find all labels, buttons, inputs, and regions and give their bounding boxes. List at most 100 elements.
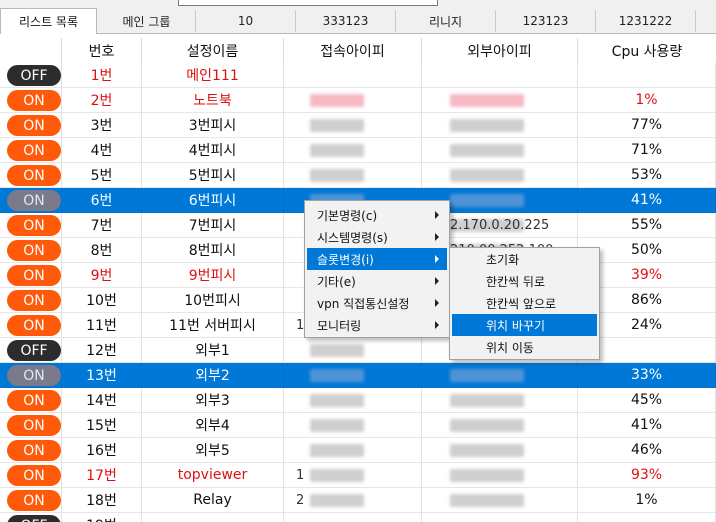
context-menu-item[interactable]: 기본명령(c) bbox=[307, 204, 447, 226]
context-menu: 기본명령(c) 시스템명령(s) 슬롯변경(i) 기타(e) vpn 직접통신설정모니터… bbox=[304, 200, 450, 338]
cpu-usage: 71% bbox=[578, 138, 716, 163]
submenu-arrow-icon bbox=[435, 321, 439, 329]
row-name: 노트북 bbox=[142, 88, 284, 113]
row-name: topviewer bbox=[142, 463, 284, 488]
menu-item-label: 기타(e) bbox=[317, 274, 356, 289]
toggle-cell bbox=[0, 213, 62, 238]
context-menu-item[interactable]: 시스템명령(s) bbox=[307, 226, 447, 248]
header-cell-game[interactable]: 리니지 bbox=[396, 10, 496, 32]
col-header-number[interactable]: 번호 bbox=[62, 38, 142, 63]
col-header-external-ip[interactable]: 외부아이피 bbox=[422, 38, 578, 63]
submenu-item[interactable]: 초기화 bbox=[452, 248, 597, 270]
row-name: 외부4 bbox=[142, 413, 284, 438]
redacted-ip bbox=[310, 94, 364, 107]
row-number: 17번 bbox=[62, 463, 142, 488]
menu-item-label: 시스템명령(s) bbox=[317, 230, 388, 245]
row-name: 10번피시 bbox=[142, 288, 284, 313]
col-header-cpu[interactable]: Cpu 사용량 bbox=[578, 38, 716, 63]
redacted-ip bbox=[310, 169, 364, 182]
cpu-usage: 53% bbox=[578, 163, 716, 188]
redacted-ip bbox=[310, 419, 364, 432]
redacted-ip bbox=[450, 94, 524, 107]
submenu-item[interactable]: 한칸씩 뒤로 bbox=[452, 270, 597, 292]
menu-item-label: 한칸씩 앞으로 bbox=[486, 296, 557, 311]
cpu-usage: 77% bbox=[578, 113, 716, 138]
header-cell-value1[interactable]: 123123 bbox=[496, 10, 596, 32]
external-ip-cell bbox=[422, 163, 578, 188]
table-row[interactable]: OFF 12번 외부1 bbox=[0, 338, 716, 363]
col-header-toggle bbox=[0, 38, 62, 63]
table-row[interactable]: ON 16번 외부5 46% bbox=[0, 438, 716, 463]
table-row[interactable]: ON 18번 Relay 1% bbox=[0, 488, 716, 513]
context-menu-item[interactable]: 슬롯변경(i) bbox=[307, 248, 447, 270]
row-number: 4번 bbox=[62, 138, 142, 163]
external-ip-cell bbox=[422, 488, 578, 513]
redacted-ip bbox=[310, 369, 364, 382]
menu-item-label: 한칸씩 뒤로 bbox=[486, 274, 546, 289]
submenu-item[interactable]: 위치 바꾸기 bbox=[452, 314, 597, 336]
tab-bar: 리스트 목록 메인 그룹 10 333123 리니지 123123 123122… bbox=[0, 8, 716, 34]
row-name: 8번피시 bbox=[142, 238, 284, 263]
redacted-ip bbox=[310, 469, 364, 482]
internal-ip-cell bbox=[284, 163, 422, 188]
row-number: 5번 bbox=[62, 163, 142, 188]
table-row[interactable]: OFF19번 bbox=[0, 513, 716, 522]
tab-list[interactable]: 리스트 목록 bbox=[0, 8, 97, 34]
cpu-usage: 93% bbox=[578, 463, 716, 488]
submenu-item[interactable]: 위치 이동 bbox=[452, 336, 597, 358]
toggle-cell bbox=[0, 113, 62, 138]
table-row[interactable]: OFF 1번 메인111 bbox=[0, 63, 716, 88]
table-row[interactable]: ON 17번 topviewer 93% bbox=[0, 463, 716, 488]
table-row[interactable]: ON 13번 외부2 33% bbox=[0, 363, 716, 388]
row-name: 5번피시 bbox=[142, 163, 284, 188]
context-menu-item[interactable]: 모니터링 bbox=[307, 314, 447, 336]
external-ip-cell bbox=[422, 138, 578, 163]
menu-item-label: 슬롯변경(i) bbox=[317, 252, 374, 267]
top-input-box[interactable] bbox=[178, 0, 438, 6]
row-number: 11번 bbox=[62, 313, 142, 338]
table-row[interactable]: ON 2번 노트북 1% bbox=[0, 88, 716, 113]
context-menu-item[interactable]: vpn 직접통신설정 bbox=[307, 292, 447, 314]
row-number: 18번 bbox=[62, 488, 142, 513]
toggle-cell bbox=[0, 138, 62, 163]
cpu-usage: 1% bbox=[578, 88, 716, 113]
table-row[interactable]: ON 4번 4번피시 71% bbox=[0, 138, 716, 163]
row-number: 19번 bbox=[62, 513, 142, 522]
toggle-cell bbox=[0, 413, 62, 438]
redacted-ip bbox=[450, 419, 524, 432]
header-cell-value2[interactable]: 1231222 bbox=[596, 10, 696, 32]
header-cell-id[interactable]: 333123 bbox=[296, 10, 396, 32]
cpu-usage bbox=[578, 513, 716, 522]
internal-ip-cell bbox=[284, 413, 422, 438]
toggle-cell bbox=[0, 63, 62, 88]
toggle-cell bbox=[0, 188, 62, 213]
row-number: 16번 bbox=[62, 438, 142, 463]
table-row[interactable]: ON 14번 외부3 45% bbox=[0, 388, 716, 413]
menu-item-label: 모니터링 bbox=[317, 318, 362, 333]
toggle-cell bbox=[0, 88, 62, 113]
ip-fragment: 2.170.0.20.225 bbox=[450, 218, 550, 233]
submenu-item[interactable]: 한칸씩 앞으로 bbox=[452, 292, 597, 314]
header-cell-group[interactable]: 메인 그룹 bbox=[98, 10, 196, 32]
menu-item-label: 위치 이동 bbox=[486, 340, 534, 355]
table-row[interactable]: ON 3번 3번피시 77% bbox=[0, 113, 716, 138]
redacted-ip bbox=[450, 119, 524, 132]
redacted-ip bbox=[310, 444, 364, 457]
toggle-cell bbox=[0, 438, 62, 463]
redacted-ip bbox=[310, 494, 364, 507]
ip-fragment: 1 bbox=[296, 468, 305, 483]
col-header-internal-ip[interactable]: 접속아이피 bbox=[284, 38, 422, 63]
row-name: 외부1 bbox=[142, 338, 284, 363]
redacted-ip bbox=[450, 469, 524, 482]
table-row[interactable]: ON 15번 외부4 41% bbox=[0, 413, 716, 438]
submenu-arrow-icon bbox=[435, 255, 439, 263]
row-name: 3번피시 bbox=[142, 113, 284, 138]
menu-item-label: 초기화 bbox=[486, 252, 520, 267]
table-row[interactable]: ON 5번 5번피시 53% bbox=[0, 163, 716, 188]
header-cell-count[interactable]: 10 bbox=[196, 10, 296, 32]
context-menu-item[interactable]: 기타(e) bbox=[307, 270, 447, 292]
row-name: 7번피시 bbox=[142, 213, 284, 238]
col-header-name[interactable]: 설정이름 bbox=[142, 38, 284, 63]
toggle-cell bbox=[0, 388, 62, 413]
redacted-ip bbox=[450, 144, 524, 157]
